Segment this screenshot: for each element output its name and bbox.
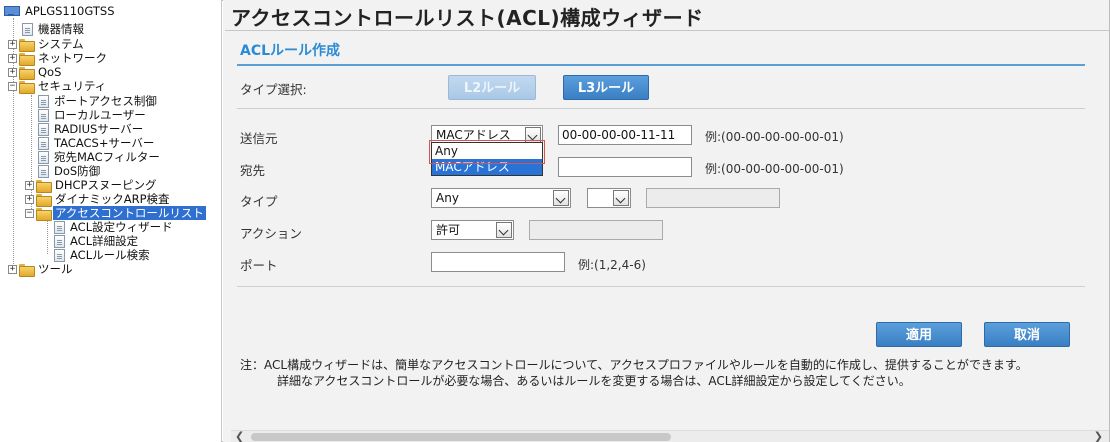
document-icon [54, 220, 65, 234]
source-mac-input[interactable]: 00-00-00-00-11-11 [558, 125, 692, 145]
document-icon [38, 150, 49, 164]
document-icon [38, 122, 49, 136]
main-panel: アクセスコントロールリスト(ACL)構成ウィザード ACLルール作成 タイプ選択… [223, 0, 1109, 442]
document-icon [38, 136, 49, 150]
document-icon [38, 108, 49, 122]
sidebar-item-radius[interactable]: RADIUSサーバー [38, 122, 145, 136]
dropdown-option-any[interactable]: Any [432, 143, 542, 159]
chevron-down-icon[interactable] [553, 190, 569, 206]
document-icon [54, 234, 65, 248]
sidebar-item-acl[interactable]: − アクセスコントロールリスト [25, 206, 206, 221]
page-title: アクセスコントロールリスト(ACL)構成ウィザード [231, 6, 704, 30]
chevron-left-icon[interactable]: ❮ [235, 430, 244, 442]
sidebar-item-device-info[interactable]: 機器情報 [22, 22, 86, 36]
destination-hint: 例:(00-00-00-00-00-01) [705, 162, 844, 176]
sidebar-item-qos[interactable]: + QoS [8, 65, 63, 80]
section-divider [237, 64, 1085, 66]
type-select[interactable]: Any [431, 188, 571, 208]
note-line-1: 注：ACL構成ウィザードは、簡単なアクセスコントロールについて、アクセスプロファ… [240, 358, 1028, 372]
chevron-down-icon[interactable] [613, 190, 629, 206]
l2-rule-button[interactable]: L2ルール [448, 75, 536, 100]
sidebar-item-dest-mac-filter[interactable]: 宛先MACフィルター [38, 150, 162, 164]
source-label: 送信元 [240, 131, 278, 146]
divider [237, 108, 1085, 109]
destination-label: 宛先 [240, 163, 266, 178]
note-text: 注：ACL構成ウィザードは、簡単なアクセスコントロールについて、アクセスプロファ… [240, 357, 1028, 389]
sidebar-item-acl-wizard[interactable]: ACL設定ウィザード [54, 220, 175, 234]
document-icon [38, 94, 49, 108]
sidebar-item-security[interactable]: − セキュリティ [8, 79, 108, 94]
chevron-down-icon[interactable] [525, 127, 541, 143]
sidebar-item-tools[interactable]: + ツール [8, 262, 75, 277]
sidebar-item-system[interactable]: + システム [8, 37, 86, 52]
type-value-input [646, 188, 780, 208]
port-label: ポート [240, 258, 278, 273]
sidebar-item-dynamic-arp[interactable]: + ダイナミックARP検査 [25, 192, 172, 207]
action-select[interactable]: 許可 [431, 220, 514, 240]
sidebar-item-local-user[interactable]: ローカルユーザー [38, 108, 148, 122]
expand-plus-icon[interactable]: + [25, 180, 34, 190]
scrollbar-thumb[interactable] [251, 433, 671, 441]
folder-open-icon [19, 80, 35, 94]
source-hint: 例:(00-00-00-00-00-01) [705, 130, 844, 144]
sidebar-tree: APLGS110GTSS 機器情報 + システム + ネットワーク + QoS … [0, 0, 222, 442]
folder-icon [36, 193, 52, 207]
folder-icon [19, 263, 35, 277]
collapse-minus-icon[interactable]: − [25, 208, 34, 218]
switch-device-icon [3, 5, 20, 17]
chevron-down-icon[interactable] [496, 222, 512, 238]
action-label: アクション [240, 226, 302, 241]
horizontal-scrollbar[interactable]: ❮ ❯ [231, 430, 1109, 442]
sidebar-item-dhcp-snooping[interactable]: + DHCPスヌーピング [25, 178, 158, 193]
section-title: ACLルール作成 [240, 43, 341, 59]
type-sub-select[interactable] [587, 188, 631, 208]
tree-root[interactable]: APLGS110GTSS [3, 4, 117, 18]
sidebar-item-acl-rule-search[interactable]: ACLルール検索 [54, 248, 152, 262]
expand-plus-icon[interactable]: + [8, 53, 17, 63]
sidebar-item-network[interactable]: + ネットワーク [8, 51, 109, 66]
note-line-2: 詳細なアクセスコントロールが必要な場合、あるいはルールを変更する場合は、ACL詳… [277, 374, 911, 388]
action-extra-input [529, 220, 663, 240]
folder-icon [36, 179, 52, 193]
document-icon [54, 248, 65, 262]
folder-icon [19, 38, 35, 52]
document-icon [22, 22, 33, 36]
document-icon [38, 164, 49, 178]
chevron-right-icon[interactable]: ❯ [1094, 430, 1103, 442]
port-hint: 例:(1,2,4-6) [578, 258, 646, 272]
expand-plus-icon[interactable]: + [8, 67, 17, 77]
dropdown-option-mac[interactable]: MACアドレス [432, 159, 542, 175]
folder-open-icon [36, 207, 52, 221]
apply-button[interactable]: 適用 [876, 322, 962, 347]
divider [225, 30, 1109, 31]
expand-plus-icon[interactable]: + [8, 39, 17, 49]
folder-icon [19, 52, 35, 66]
type-label: タイプ [240, 194, 278, 209]
sidebar-item-port-access[interactable]: ポートアクセス制御 [38, 94, 159, 108]
l3-rule-button[interactable]: L3ルール [563, 75, 649, 100]
destination-mac-input[interactable] [558, 157, 692, 177]
expand-plus-icon[interactable]: + [25, 194, 34, 204]
expand-plus-icon[interactable]: + [8, 264, 17, 274]
divider [237, 286, 1085, 287]
tree-line [47, 218, 48, 254]
folder-icon [19, 66, 35, 80]
source-type-dropdown[interactable]: Any MACアドレス [431, 142, 543, 176]
sidebar-item-dos[interactable]: DoS防御 [38, 164, 102, 178]
collapse-minus-icon[interactable]: − [8, 81, 17, 91]
type-select-label: タイプ選択: [240, 82, 307, 97]
cancel-button[interactable]: 取消 [984, 322, 1070, 347]
sidebar-item-acl-detail[interactable]: ACL詳細設定 [54, 234, 140, 248]
sidebar-item-tacacs[interactable]: TACACS+サーバー [38, 136, 156, 150]
port-input[interactable] [431, 252, 565, 272]
